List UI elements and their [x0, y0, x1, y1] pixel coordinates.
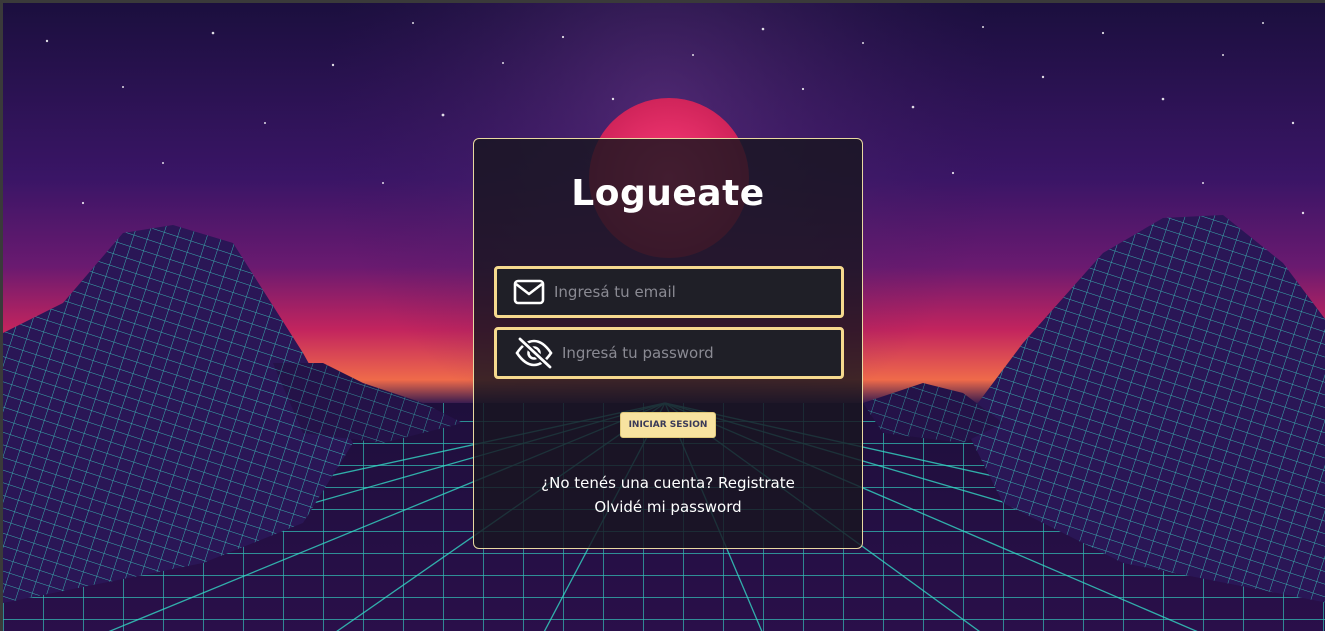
login-card: Logueate INICIAR SESION	[473, 138, 863, 549]
email-field[interactable]	[494, 266, 844, 318]
password-field[interactable]	[494, 327, 844, 379]
login-page: Logueate INICIAR SESION	[0, 0, 1325, 631]
email-input[interactable]	[546, 268, 841, 316]
page-title: Logueate	[571, 173, 765, 214]
eye-slash-icon[interactable]	[514, 336, 554, 370]
forgot-password-link[interactable]: Olvidé mi password	[594, 498, 741, 516]
envelope-icon	[512, 275, 546, 309]
login-button[interactable]: INICIAR SESION	[620, 412, 716, 438]
signup-line: ¿No tenés una cuenta? Registrate	[474, 471, 862, 495]
signup-link[interactable]: Registrate	[718, 474, 795, 492]
password-input[interactable]	[554, 329, 841, 377]
signup-prompt: ¿No tenés una cuenta?	[541, 474, 714, 492]
forgot-line: Olvidé mi password	[474, 495, 862, 519]
auth-links: ¿No tenés una cuenta? Registrate Olvidé …	[474, 471, 862, 519]
